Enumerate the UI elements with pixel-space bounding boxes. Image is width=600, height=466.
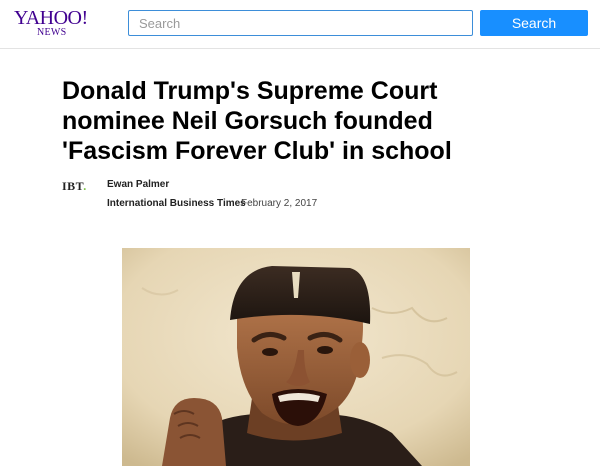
header-bar: YAHOO! NEWS Search: [0, 0, 600, 49]
publisher-name[interactable]: International Business Times: [107, 198, 246, 210]
author-name[interactable]: Ewan Palmer: [107, 179, 169, 191]
article-headline: Donald Trump's Supreme Court nominee Nei…: [62, 77, 452, 165]
logo-main-text: YAHOO!: [14, 7, 88, 29]
publisher-logo-dot: .: [83, 179, 87, 193]
search-button[interactable]: Search: [480, 10, 588, 36]
logo-sub-text: NEWS: [37, 27, 67, 38]
publish-date: February 2, 2017: [241, 198, 318, 209]
publisher-logo[interactable]: IBT.: [62, 180, 87, 192]
search-input[interactable]: [128, 10, 473, 36]
yahoo-news-logo[interactable]: YAHOO! NEWS: [14, 7, 88, 40]
publisher-logo-text: IBT: [62, 179, 84, 193]
article-image: [122, 248, 470, 466]
portrait-photo-icon: [122, 248, 470, 466]
